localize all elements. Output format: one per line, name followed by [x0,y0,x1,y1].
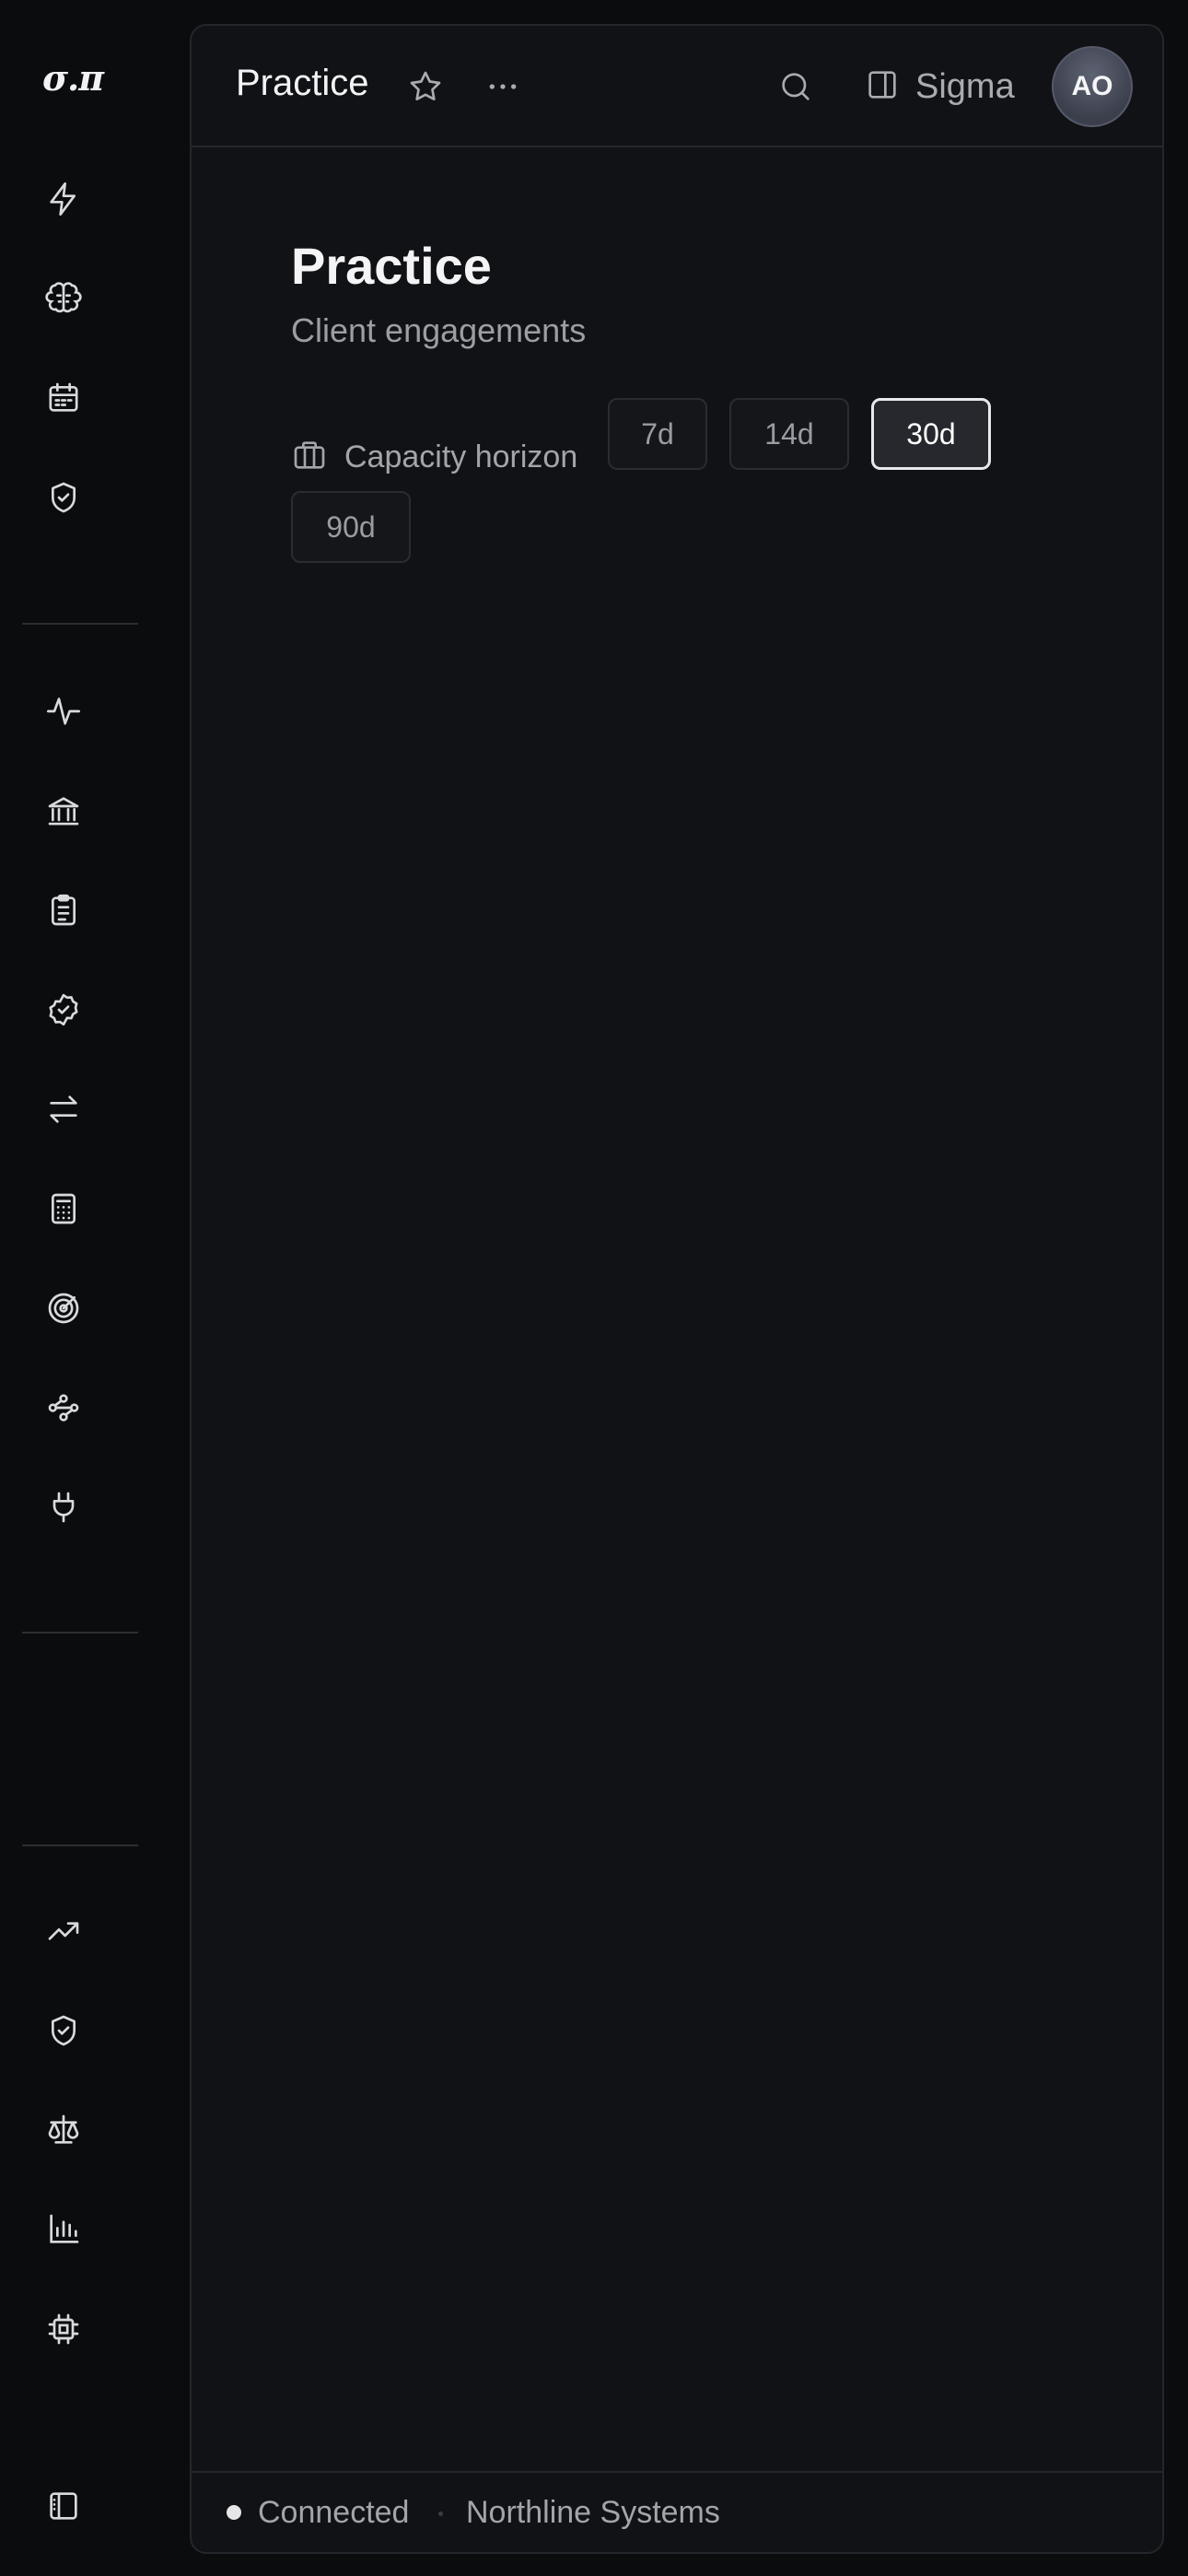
status-separator [438,2512,443,2516]
sidebar-toggle-icon[interactable] [38,2480,89,2532]
header-title: Practice [236,63,369,103]
scale-icon[interactable] [38,2104,89,2156]
app-logo[interactable]: σ.π [42,57,116,99]
shield-check-icon[interactable] [38,2005,89,2056]
page-title: Practice [291,237,492,295]
workspace-label: Sigma [915,66,1015,106]
cpu-icon[interactable] [38,2303,89,2355]
rail-divider [22,1632,138,1633]
badge-check-icon[interactable] [38,984,89,1036]
search-icon[interactable] [770,61,821,112]
page-subtitle: Client engagements [291,311,587,349]
connection-status: Connected [258,2495,410,2530]
panel-right-icon [864,66,901,108]
status-bar: Connected Northline Systems [192,2471,1162,2552]
main-panel: Practice Sigma AO Practice Client engage… [190,24,1164,2554]
more-options-icon[interactable] [477,61,529,112]
organization-name: Northline Systems [466,2495,720,2530]
lightning-icon[interactable] [38,173,89,225]
star-icon[interactable] [400,61,451,112]
briefcase-icon [291,437,328,478]
workflow-icon[interactable] [38,1382,89,1434]
top-bar: Practice Sigma AO [192,26,1162,147]
arrows-left-right-icon[interactable] [38,1083,89,1135]
horizon-label-text: Capacity horizon [344,439,578,474]
shield-check-icon[interactable] [38,472,89,523]
rail-divider [22,623,138,625]
user-avatar[interactable]: AO [1052,46,1133,127]
horizon-option-30d[interactable]: 30d [871,398,991,470]
rail-divider [22,1844,138,1846]
workspace-switcher[interactable]: Sigma [864,61,1015,112]
trending-up-icon[interactable] [38,1905,89,1957]
activity-icon[interactable] [38,685,89,737]
bank-icon[interactable] [38,785,89,837]
horizon-option-7d[interactable]: 7d [608,398,707,470]
calendar-icon[interactable] [38,372,89,424]
target-icon[interactable] [38,1282,89,1334]
connection-status-dot [227,2505,241,2520]
calculator-icon[interactable] [38,1183,89,1235]
sidebar-rail: σ.π [0,0,190,2576]
horizon-option-14d[interactable]: 14d [729,398,849,470]
capacity-horizon-label: Capacity horizon [291,431,577,483]
bar-chart-icon[interactable] [38,2204,89,2255]
brain-icon[interactable] [38,273,89,324]
plug-icon[interactable] [38,1481,89,1533]
clipboard-list-icon[interactable] [38,884,89,936]
horizon-option-90d[interactable]: 90d [291,491,411,563]
